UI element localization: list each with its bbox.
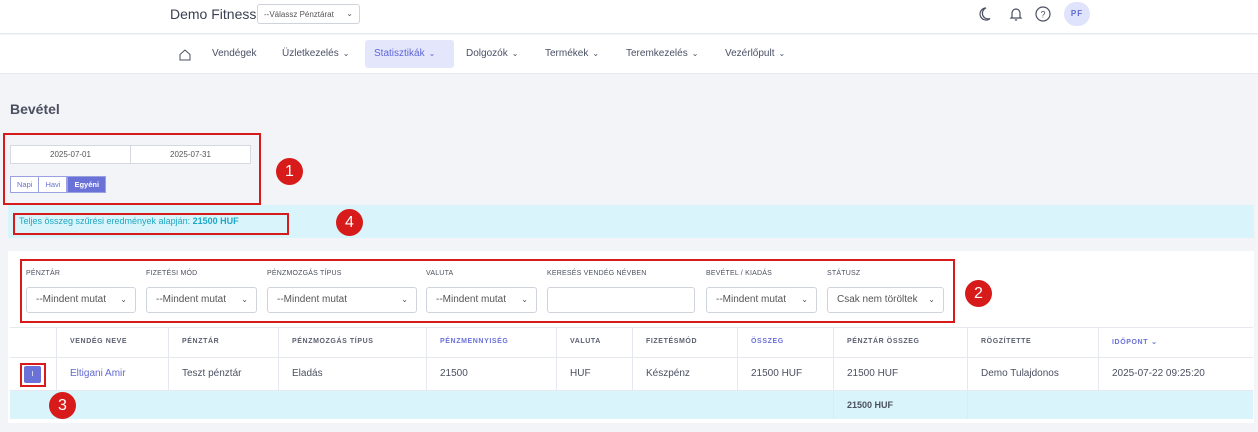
avatar[interactable]: PF	[1064, 2, 1090, 26]
chevron-down-icon: ⌄	[428, 49, 436, 58]
annotation-box-3	[20, 363, 46, 387]
nav-item-vezerlopult[interactable]: Vezérlőpult ⌄	[716, 40, 794, 68]
column-divider	[168, 327, 169, 391]
chevron-down-icon: ⌄	[511, 49, 519, 58]
column-header-rogzitette: RÖGZÍTETTE	[981, 338, 1032, 345]
nav-item-vendegek[interactable]: Vendégek	[203, 40, 266, 68]
annotation-box-2	[20, 259, 955, 323]
chevron-down-icon: ⌄	[592, 49, 600, 58]
column-divider	[737, 327, 738, 391]
bell-icon[interactable]	[1007, 5, 1025, 23]
table-summary-row	[10, 391, 1253, 419]
register-select[interactable]: --Válassz Pénztárat ⌄	[257, 4, 360, 24]
help-icon[interactable]: ?	[1034, 5, 1052, 23]
cell-currency: HUF	[570, 368, 591, 379]
register-select-value: --Válassz Pénztárat	[264, 10, 334, 19]
column-header-valuta: VALUTA	[570, 338, 601, 345]
cell-register: Teszt pénztár	[182, 368, 242, 379]
top-header: Demo Fitness --Válassz Pénztárat ⌄ ? PF	[0, 0, 1258, 34]
cell-guest-name[interactable]: Eltigani Amir	[70, 368, 126, 379]
nav-item-statisztikak[interactable]: Statisztikák ⌄	[365, 40, 454, 68]
chevron-down-icon: ⌄	[346, 9, 353, 18]
annotation-badge-2: 2	[965, 280, 992, 307]
main-nav: Vendégek Üzletkezelés ⌄ Statisztikák ⌄ Dol…	[0, 35, 1258, 74]
nav-item-dolgozok[interactable]: Dolgozók ⌄	[457, 40, 527, 68]
chevron-down-icon: ⌄	[691, 49, 699, 58]
chevron-down-icon: ⌄	[1151, 339, 1158, 346]
svg-text:?: ?	[1040, 10, 1045, 20]
column-header-penztar: PÉNZTÁR	[182, 338, 220, 345]
column-divider	[1098, 327, 1099, 391]
column-divider	[967, 327, 968, 419]
chevron-down-icon: ⌄	[342, 49, 350, 58]
column-header-vendeg-neve: VENDÉG NEVE	[70, 338, 128, 345]
cell-amount: 21500	[440, 368, 468, 379]
home-icon[interactable]	[178, 48, 192, 62]
nav-item-teremkezeles[interactable]: Teremkezelés ⌄	[617, 40, 707, 68]
cell-timestamp: 2025-07-22 09:25:20	[1112, 368, 1205, 379]
column-divider	[426, 327, 427, 391]
column-divider	[833, 327, 834, 419]
cell-recorded-by: Demo Tulajdonos	[981, 368, 1059, 379]
column-header-osszeg[interactable]: ÖSSZEG	[751, 338, 784, 345]
nav-item-termekek[interactable]: Termékek ⌄	[536, 40, 608, 68]
nav-item-uzletkezeles[interactable]: Üzletkezelés ⌄	[273, 40, 358, 68]
cell-payment-method: Készpénz	[646, 368, 690, 379]
annotation-box-1	[3, 133, 261, 205]
column-header-idopont[interactable]: IDŐPONT ⌄	[1112, 338, 1158, 346]
column-divider	[278, 327, 279, 391]
annotation-box-4	[13, 213, 289, 235]
cell-total: 21500 HUF	[751, 368, 803, 379]
brand-name: Demo Fitness	[170, 6, 257, 22]
column-header-penzmennyiseg[interactable]: PÉNZMENNYISÉG	[440, 338, 508, 345]
annotation-badge-4: 4	[336, 209, 363, 236]
chevron-down-icon: ⌄	[778, 49, 786, 58]
page-title: Bevétel	[10, 101, 60, 117]
annotation-badge-1: 1	[276, 158, 303, 185]
column-header-penzmozgas-tipus: PÉNZMOZGÁS TÍPUS	[292, 338, 374, 345]
column-divider	[632, 327, 633, 391]
column-divider	[556, 327, 557, 391]
column-header-fizetesmod: FIZETÉSMÓD	[646, 338, 698, 345]
moon-icon[interactable]	[978, 5, 996, 23]
cell-movement-type: Eladás	[292, 368, 323, 379]
summary-register-total: 21500 HUF	[847, 400, 894, 410]
column-divider	[56, 327, 57, 391]
column-header-penztar-osszeg: PÉNZTÁR ÖSSZEG	[847, 338, 920, 345]
cell-register-total: 21500 HUF	[847, 368, 899, 379]
annotation-badge-3: 3	[49, 392, 76, 419]
